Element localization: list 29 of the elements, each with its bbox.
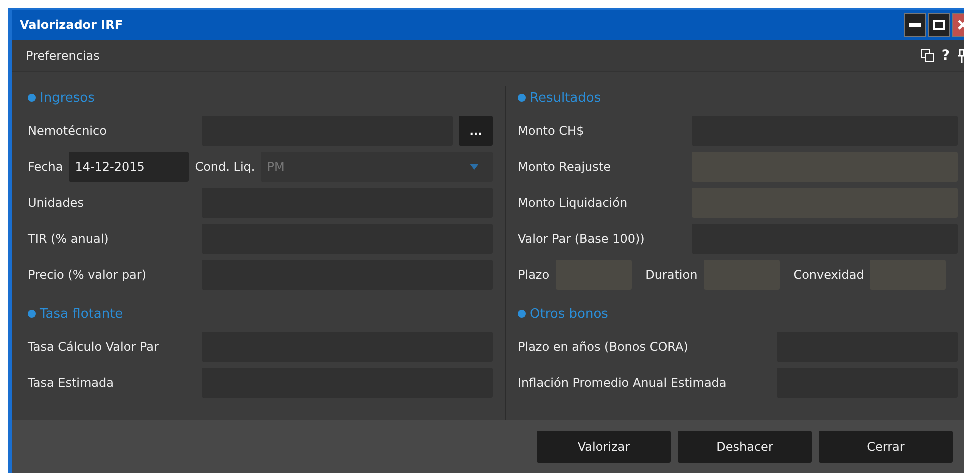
menu-item[interactable]: Preferencias — [26, 48, 100, 62]
date-field[interactable]: 14-12-2015 — [69, 152, 190, 182]
section-title: Tasa flotante — [40, 306, 124, 322]
field-label: Plazo — [518, 268, 550, 282]
field-label: Duration — [646, 268, 698, 282]
field-label: Nemotécnico — [28, 124, 108, 138]
help-button[interactable]: ? — [942, 48, 950, 64]
field-label: Unidades — [28, 196, 85, 210]
field-label: Fecha — [28, 160, 64, 174]
action-button[interactable]: Valorizar — [537, 430, 671, 462]
section-title: Otros bonos — [530, 306, 608, 322]
field-label: Valor Par (Base 100)) — [518, 232, 646, 246]
field-label: Inflación Promedio Anual Estimada — [518, 376, 728, 390]
field-label: Tasa Cálculo Valor Par — [28, 340, 160, 354]
action-button[interactable]: Cerrar — [819, 430, 953, 462]
field-label: Monto Liquidación — [518, 196, 629, 210]
field-label: Monto CH$ — [518, 124, 586, 138]
field-label: Tasa Estimada — [28, 376, 116, 390]
browse-button[interactable]: ... — [459, 116, 493, 146]
window-title: Valorizador IRF — [20, 18, 124, 32]
field-label: Cond. Liq. — [195, 160, 256, 174]
section-title: Ingresos — [40, 90, 95, 106]
section-title: Resultados — [530, 90, 602, 106]
action-button[interactable]: Deshacer — [678, 430, 812, 462]
field-label: Monto Reajuste — [518, 160, 612, 174]
field-label: TIR (% anual) — [28, 232, 110, 246]
field-label: Plazo en años (Bonos CORA) — [518, 340, 690, 354]
field-label: Convexidad — [794, 268, 864, 282]
field-label: Precio (% valor par) — [28, 268, 148, 282]
